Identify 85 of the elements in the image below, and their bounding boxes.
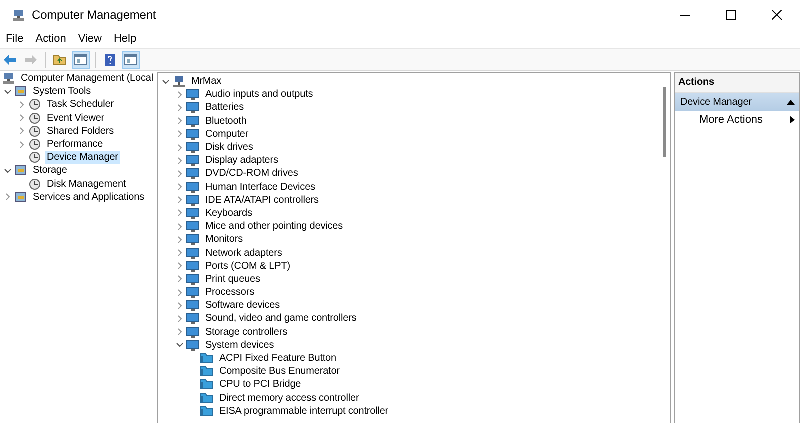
tree-item[interactable]: System Tools — [31, 85, 94, 98]
tree-item[interactable]: Processors — [203, 286, 256, 300]
tree-item[interactable]: Human Interface Devices — [203, 180, 318, 194]
toolbar-button[interactable] — [72, 50, 90, 68]
tree-item[interactable]: CPU to PCI Bridge — [217, 378, 304, 392]
device-icon — [186, 167, 200, 180]
tree-item[interactable]: Network adapters — [203, 246, 284, 260]
tree-item[interactable]: Software devices — [203, 299, 282, 312]
tree-item[interactable]: MrMax — [189, 75, 224, 88]
tree-item[interactable]: Monitors — [203, 233, 246, 246]
device-icon — [186, 326, 200, 339]
tree-item[interactable]: Performance — [45, 138, 106, 152]
tree-item[interactable]: Mice and other pointing devices — [203, 220, 346, 234]
menu-item[interactable]: File — [2, 33, 28, 45]
menu-item[interactable]: View — [74, 33, 106, 45]
device-icon — [186, 338, 200, 352]
pane-icon — [124, 54, 138, 66]
tree-item[interactable]: DVD/CD-ROM drives — [203, 167, 300, 180]
tree-item[interactable]: EISA programmable interrupt controller — [217, 404, 391, 418]
tree-item[interactable]: Sound, video and game controllers — [203, 312, 359, 326]
tree-item[interactable]: Bluetooth — [203, 114, 249, 128]
device-icon — [186, 272, 200, 286]
tree-item[interactable]: Batteries — [203, 101, 246, 114]
device-icon — [186, 286, 200, 300]
tree-item[interactable]: Audio inputs and outputs — [203, 88, 316, 102]
tree-item[interactable]: Storage — [31, 164, 70, 178]
tree-item[interactable]: Composite Bus Enumerator — [217, 365, 342, 378]
device-icon — [186, 206, 200, 220]
tree-item[interactable]: Task Scheduler — [45, 98, 116, 112]
tree-item[interactable]: Ports (COM & LPT) — [203, 260, 292, 273]
device-icon — [186, 101, 200, 114]
back-arrow-icon — [3, 54, 17, 66]
folder-icon — [200, 378, 214, 392]
toolbar-button[interactable] — [122, 50, 140, 68]
folder-icon — [200, 365, 214, 378]
tree-item[interactable]: Disk Management — [45, 178, 128, 191]
tree-item[interactable]: IDE ATA/ATAPI controllers — [203, 194, 321, 207]
tree-item[interactable]: Computer Management (Local — [19, 72, 156, 86]
tree-item[interactable]: Device Manager — [45, 151, 120, 164]
folder-icon — [200, 352, 214, 366]
tree-item[interactable]: Services and Applications — [31, 190, 146, 204]
window-title: Computer Management — [32, 8, 158, 22]
tree-item[interactable]: ACPI Fixed Feature Button — [217, 352, 338, 366]
device-icon — [186, 114, 200, 128]
device-icon — [186, 180, 200, 194]
device-icon — [186, 154, 200, 168]
tree-item[interactable]: Print queues — [203, 272, 262, 286]
device-icon — [186, 312, 200, 326]
actions-section[interactable]: Device Manager — [675, 93, 799, 111]
menu-item[interactable]: Help — [110, 33, 141, 45]
collapse-triangle-icon — [787, 99, 795, 105]
tree-item[interactable]: Event Viewer — [45, 112, 107, 125]
close-icon — [772, 10, 782, 20]
device-icon — [186, 260, 200, 273]
maximize-icon — [726, 10, 736, 20]
pane-icon — [74, 54, 88, 66]
tree-item[interactable]: Disk drives — [203, 141, 256, 154]
tree-item[interactable]: Computer — [203, 128, 251, 141]
device-icon — [186, 246, 200, 260]
device-icon — [186, 194, 200, 207]
folder-icon — [200, 404, 214, 418]
tree-item[interactable]: Shared Folders — [45, 124, 116, 138]
folder-icon — [53, 54, 67, 66]
tree-item[interactable]: Storage controllers — [203, 326, 290, 339]
tree-item[interactable]: System devices — [203, 338, 276, 352]
device-icon — [186, 128, 200, 141]
device-icon — [186, 88, 200, 102]
forward-arrow-icon — [24, 54, 38, 66]
tree-item[interactable]: Display adapters — [203, 154, 280, 168]
action-link[interactable]: More Actions — [675, 111, 799, 129]
section-title: Device Manager — [680, 96, 752, 108]
tree-item[interactable]: Direct memory access controller — [217, 392, 362, 405]
actions-header: Actions — [675, 73, 799, 93]
submenu-triangle-icon — [790, 116, 795, 124]
help-icon — [103, 52, 117, 66]
folder-icon — [200, 392, 214, 405]
device-icon — [186, 233, 200, 246]
computer-icon — [172, 75, 186, 88]
tree-item[interactable]: Keyboards — [203, 206, 254, 220]
app-icon — [12, 8, 26, 22]
device-icon — [186, 299, 200, 312]
menu-item[interactable]: Action — [32, 33, 70, 45]
device-icon — [186, 220, 200, 234]
computer-icon — [2, 72, 16, 86]
device-icon — [186, 141, 200, 154]
